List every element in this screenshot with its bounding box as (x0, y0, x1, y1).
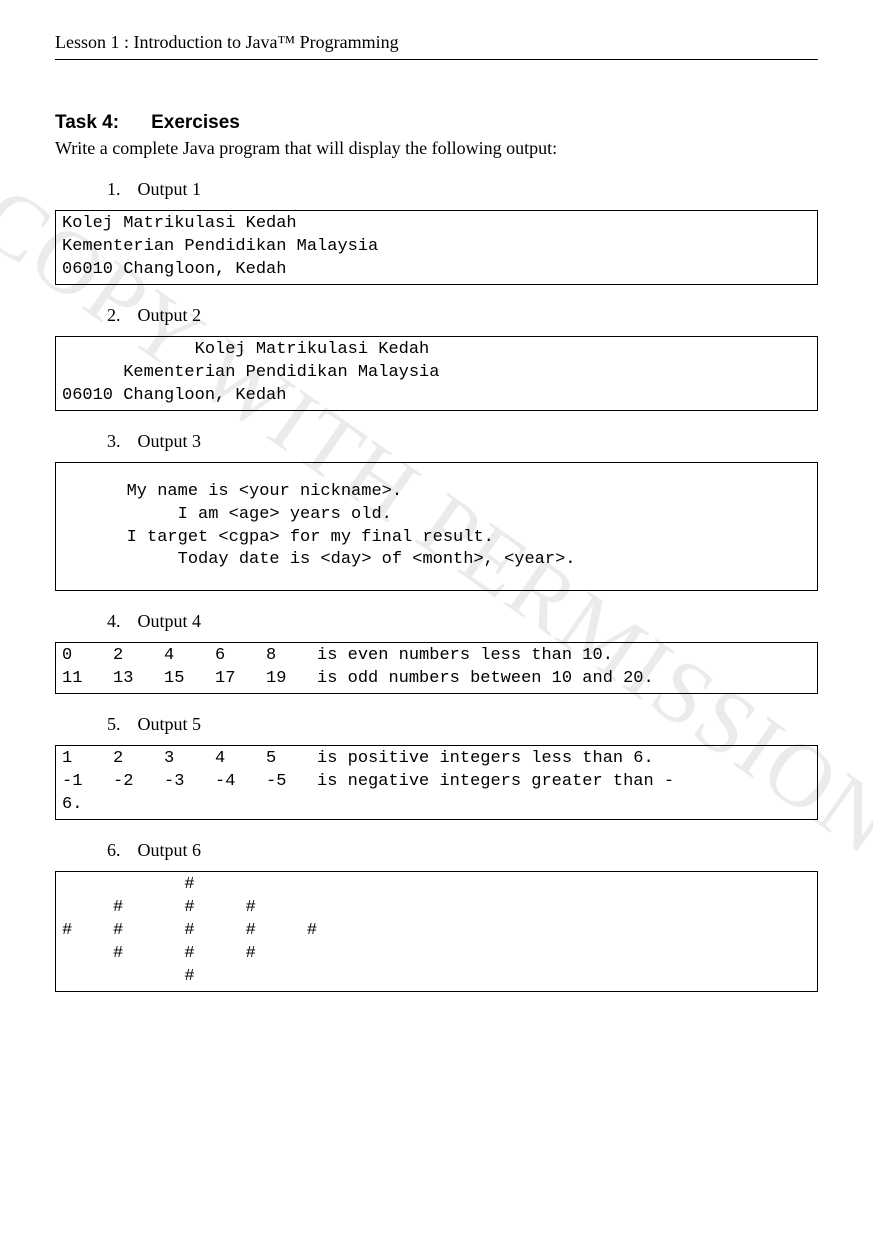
output-5-box: 1 2 3 4 5 is positive integers less than… (55, 745, 818, 820)
list-num: 3. (107, 431, 133, 452)
output-6-box: # # # # # # # # # # # # # (55, 871, 818, 992)
list-label: Output 2 (138, 305, 202, 325)
list-num: 1. (107, 179, 133, 200)
task-title: Exercises (151, 112, 240, 133)
output-1-box: Kolej Matrikulasi Kedah Kementerian Pend… (55, 210, 818, 285)
instruction-text: Write a complete Java program that will … (55, 138, 818, 159)
list-label: Output 6 (138, 840, 202, 860)
list-num: 6. (107, 840, 133, 861)
task-heading: Task 4: Exercises (55, 112, 818, 134)
output-2-box: Kolej Matrikulasi Kedah Kementerian Pend… (55, 336, 818, 411)
lesson-header: Lesson 1 : Introduction to Java™ Program… (55, 32, 818, 60)
task-label: Task 4: (55, 112, 119, 133)
list-num: 2. (107, 305, 133, 326)
output-3-box: My name is <your nickname>. I am <age> y… (55, 462, 818, 592)
list-label: Output 4 (138, 611, 202, 631)
list-item-2: 2. Output 2 (107, 305, 818, 326)
list-item-6: 6. Output 6 (107, 840, 818, 861)
list-item-5: 5. Output 5 (107, 714, 818, 735)
list-num: 5. (107, 714, 133, 735)
list-num: 4. (107, 611, 133, 632)
list-item-4: 4. Output 4 (107, 611, 818, 632)
output-4-box: 0 2 4 6 8 is even numbers less than 10. … (55, 642, 818, 694)
list-item-3: 3. Output 3 (107, 431, 818, 452)
list-label: Output 3 (138, 431, 202, 451)
list-label: Output 5 (138, 714, 202, 734)
list-label: Output 1 (138, 179, 202, 199)
list-item-1: 1. Output 1 (107, 179, 818, 200)
